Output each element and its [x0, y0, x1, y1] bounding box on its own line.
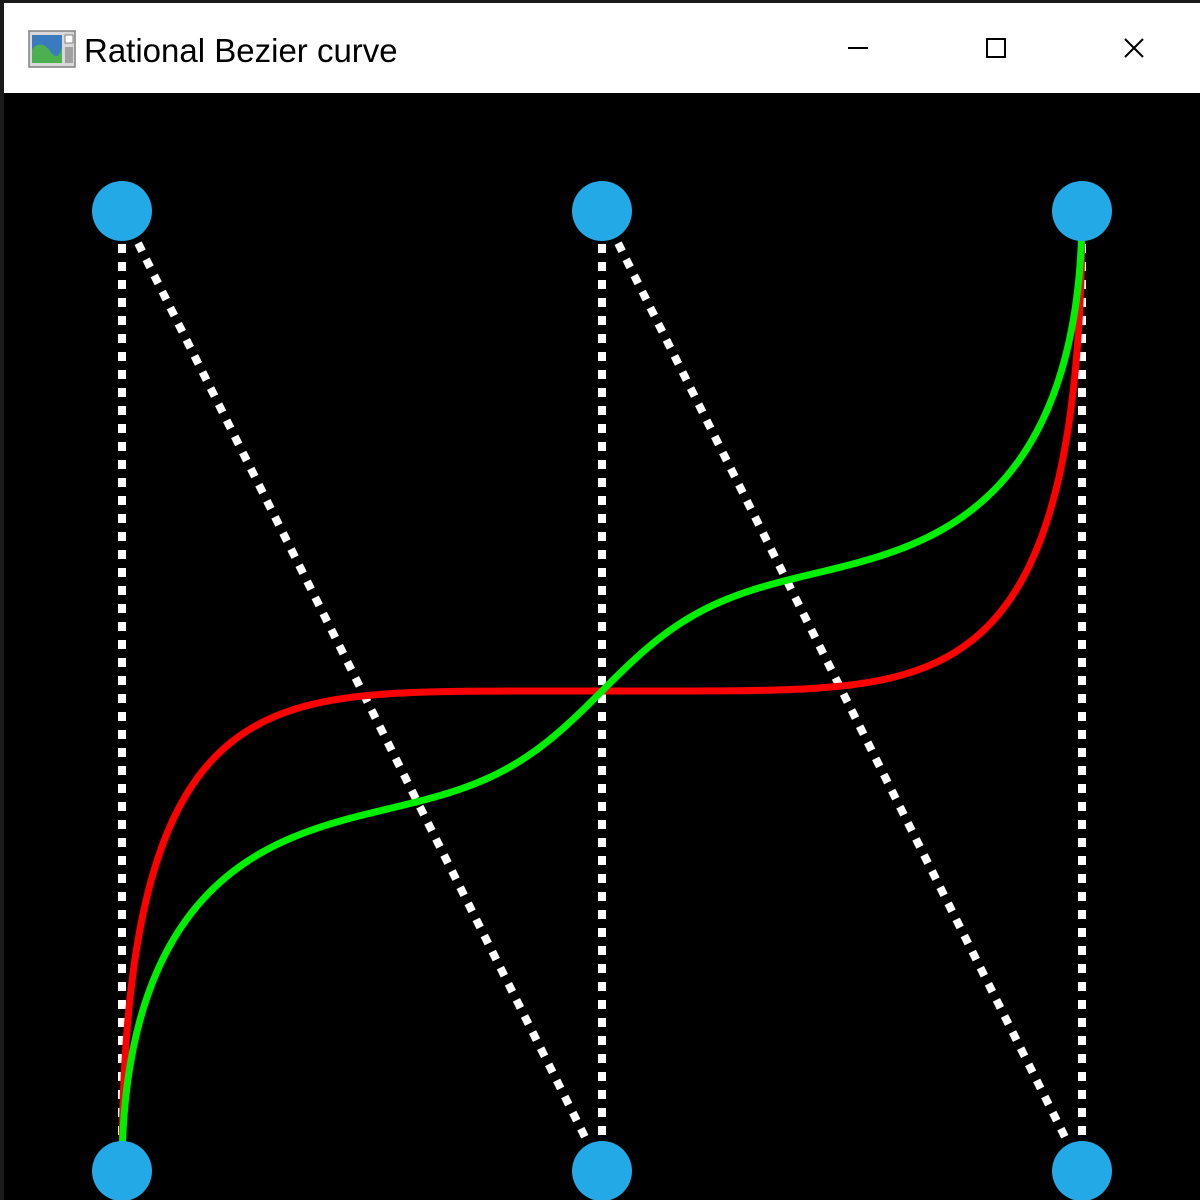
control-point-p4[interactable]	[1052, 1141, 1112, 1200]
app-window-icon	[28, 30, 76, 68]
control-point-p2[interactable]	[572, 1141, 632, 1200]
minimize-icon	[848, 47, 868, 49]
control-point-p5[interactable]	[1052, 181, 1112, 241]
control-point-p0[interactable]	[92, 1141, 152, 1200]
app-window: Rational Bezier curve	[0, 0, 1200, 1200]
maximize-button[interactable]	[932, 3, 1060, 93]
close-button[interactable]	[1070, 3, 1198, 93]
control-point-p1[interactable]	[92, 181, 152, 241]
window-title: Rational Bezier curve	[84, 32, 398, 69]
title-bar[interactable]: Rational Bezier curve	[4, 3, 1200, 93]
drawing-canvas[interactable]	[4, 93, 1200, 1200]
maximize-icon	[986, 38, 1006, 58]
bezier-scene[interactable]	[4, 93, 1200, 1200]
close-icon	[1124, 38, 1144, 58]
minimize-button[interactable]	[794, 3, 922, 93]
control-point-p3[interactable]	[572, 181, 632, 241]
